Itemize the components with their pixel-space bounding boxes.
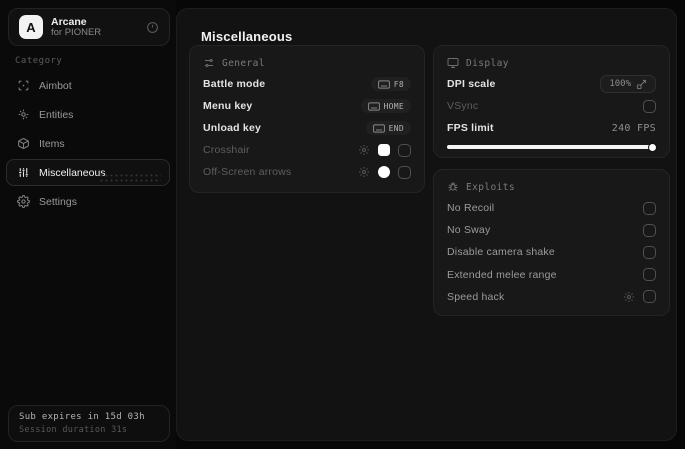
disable-camera-shake-checkbox[interactable] <box>643 245 656 259</box>
bug-icon <box>447 181 459 193</box>
sub-expiry-text: Sub expires in 15d 03h <box>19 412 145 422</box>
crosshair-settings-gear-icon[interactable] <box>358 144 370 156</box>
gear-icon <box>17 195 30 208</box>
unload-key-keybind-button[interactable]: END <box>365 121 411 135</box>
setting-row-no-recoil: No Recoil <box>447 197 656 219</box>
sidebar-item-label: Items <box>39 137 65 150</box>
sidebar-item-label: Miscellaneous <box>39 166 106 179</box>
session-duration-text: Session duration 31s <box>19 425 128 435</box>
sidebar-item-aimbot[interactable]: Aimbot <box>6 72 170 99</box>
extended-melee-range-label: Extended melee range <box>447 268 557 281</box>
crosshair-label: Crosshair <box>203 144 250 156</box>
offscreen-color-swatch[interactable] <box>378 166 390 178</box>
setting-row-no-sway: No Sway <box>447 219 656 241</box>
main-panel: Miscellaneous General Battle mode F8 Men… <box>176 8 677 441</box>
speed-hack-label: Speed hack <box>447 290 505 303</box>
active-item-dots-decoration <box>99 173 161 182</box>
setting-row-battle-mode: Battle mode F8 <box>203 73 411 95</box>
battle-mode-keybind-button[interactable]: F8 <box>370 77 411 91</box>
setting-row-speed-hack: Speed hack <box>447 286 656 308</box>
category-label: Category <box>15 56 63 66</box>
box-icon <box>17 137 30 150</box>
menu-key-label: Menu key <box>203 100 253 112</box>
display-card-title: Display <box>466 57 509 69</box>
app-subtitle: for PIONER <box>51 26 102 38</box>
menu-key-keybind-button[interactable]: HOME <box>360 99 411 113</box>
brand-card: A Arcane for PIONER <box>8 8 170 46</box>
crosshair-scan-icon <box>17 79 30 92</box>
fps-limit-value: 240 FPS <box>611 122 656 134</box>
sidebar-item-label: Aimbot <box>39 79 72 92</box>
general-card-title: General <box>222 57 265 69</box>
dpi-scale-label: DPI scale <box>447 78 496 90</box>
offscreen-checkbox[interactable] <box>398 165 411 179</box>
unload-key-label: Unload key <box>203 122 262 134</box>
sliders-icon <box>17 166 30 179</box>
subscription-card: Sub expires in 15d 03h Session duration … <box>8 405 170 442</box>
exploits-card-title: Exploits <box>466 181 515 193</box>
keyboard-icon <box>372 123 385 133</box>
power-icon[interactable] <box>146 21 159 34</box>
no-recoil-label: No Recoil <box>447 202 495 215</box>
offscreen-settings-gear-icon[interactable] <box>358 166 370 178</box>
sidebar-item-label: Entities <box>39 108 74 121</box>
no-sway-checkbox[interactable] <box>643 223 656 237</box>
dpi-scale-select[interactable]: 100% <box>600 75 656 93</box>
speed-hack-settings-gear-icon[interactable] <box>623 291 635 303</box>
crosshair-color-swatch[interactable] <box>378 144 390 156</box>
display-card: Display DPI scale 100% VSync FPS limit 2… <box>433 45 670 158</box>
keyboard-icon <box>367 101 380 111</box>
sidebar-item-miscellaneous[interactable]: Miscellaneous <box>6 159 170 186</box>
monitor-icon <box>447 57 459 69</box>
setting-row-offscreen-arrows: Off-Screen arrows <box>203 161 411 183</box>
setting-row-menu-key: Menu key HOME <box>203 95 411 117</box>
fps-slider-thumb[interactable] <box>649 143 656 151</box>
speed-hack-checkbox[interactable] <box>643 290 656 304</box>
battle-mode-label: Battle mode <box>203 78 266 90</box>
extended-melee-range-checkbox[interactable] <box>643 268 656 282</box>
keyboard-icon <box>377 79 390 89</box>
setting-row-fps-limit: FPS limit 240 FPS <box>447 117 656 139</box>
setting-row-disable-camera-shake: Disable camera shake <box>447 241 656 263</box>
sidebar-item-label: Settings <box>39 195 77 208</box>
vsync-label: VSync <box>447 100 479 112</box>
general-card: General Battle mode F8 Menu key HOME Unl… <box>189 45 425 193</box>
exploits-card: Exploits No Recoil No Sway Disable camer… <box>433 169 670 316</box>
sidebar: A Arcane for PIONER Category Aimbot Enti… <box>0 0 176 449</box>
no-recoil-checkbox[interactable] <box>643 201 656 215</box>
setting-row-dpi-scale: DPI scale 100% <box>447 73 656 95</box>
sidebar-item-settings[interactable]: Settings <box>6 188 170 215</box>
setting-row-unload-key: Unload key END <box>203 117 411 139</box>
offscreen-arrows-label: Off-Screen arrows <box>203 166 292 178</box>
setting-row-vsync: VSync <box>447 95 656 117</box>
crosshair-checkbox[interactable] <box>398 143 411 157</box>
setting-row-crosshair: Crosshair <box>203 139 411 161</box>
sidebar-item-items[interactable]: Items <box>6 130 170 157</box>
fps-slider-fill <box>447 145 654 149</box>
setting-row-extended-melee-range: Extended melee range <box>447 264 656 286</box>
no-sway-label: No Sway <box>447 224 491 237</box>
sliders-small-icon <box>203 57 215 69</box>
disable-camera-shake-label: Disable camera shake <box>447 246 555 259</box>
fps-limit-slider[interactable] <box>447 143 656 151</box>
sidebar-item-entities[interactable]: Entities <box>6 101 170 128</box>
scaling-icon <box>636 79 647 90</box>
fps-limit-label: FPS limit <box>447 122 494 134</box>
app-logo: A <box>19 15 43 39</box>
sidebar-nav: Aimbot Entities Items Miscellaneous Sett… <box>6 72 170 215</box>
app-title: Arcane <box>51 15 87 28</box>
app-window: A Arcane for PIONER Category Aimbot Enti… <box>0 0 685 449</box>
vsync-checkbox[interactable] <box>643 99 656 113</box>
page-title: Miscellaneous <box>201 29 293 44</box>
entities-icon <box>17 108 30 121</box>
